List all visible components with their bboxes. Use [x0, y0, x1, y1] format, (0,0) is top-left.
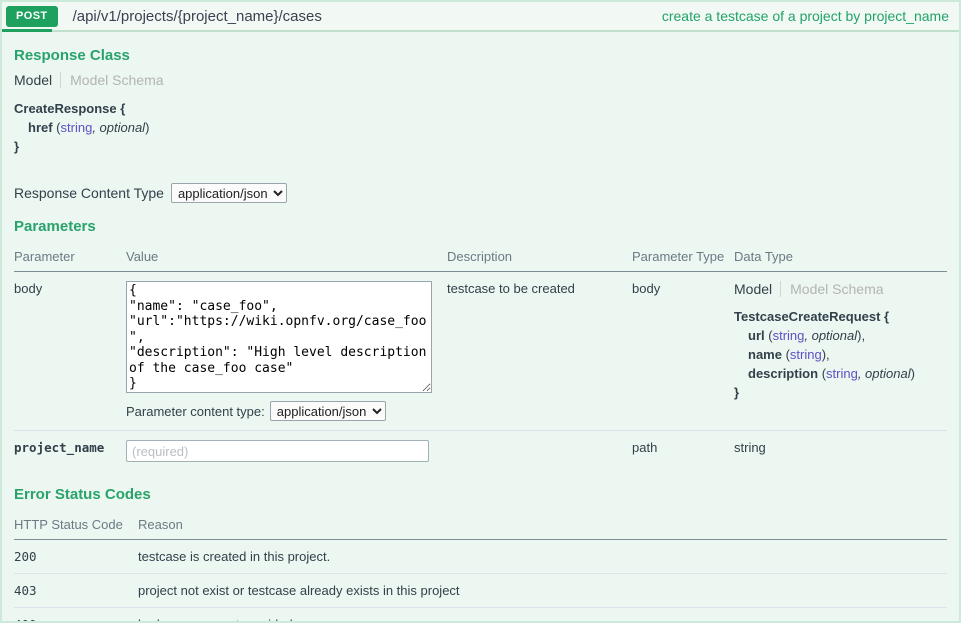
http-method-badge: POST [6, 6, 58, 27]
status-reason: project not exist or testcase already ex… [138, 574, 947, 608]
project-name-input[interactable] [126, 440, 429, 462]
request-model-open-brace: TestcaseCreateRequest { [734, 307, 941, 326]
tab-model[interactable]: Model [14, 72, 60, 88]
model-property-href: href (string, optional) [14, 118, 947, 137]
status-code: 403 [14, 574, 138, 608]
response-model-signature: CreateResponse { href (string, optional)… [14, 99, 947, 156]
body-parameter-textarea[interactable]: { "name": "case_foo", "url":"https://wik… [126, 281, 432, 393]
project-name-data-type: string [734, 431, 947, 472]
operation-header[interactable]: POST /api/v1/projects/{project_name}/cas… [2, 2, 959, 32]
swagger-post-operation-panel: POST /api/v1/projects/{project_name}/cas… [0, 0, 961, 623]
response-class-title: Response Class [14, 47, 947, 64]
parameter-row-body: body { "name": "case_foo", "url":"https:… [14, 272, 947, 431]
status-reason: body or name not provided [138, 608, 947, 623]
request-model-close-brace: } [734, 383, 941, 402]
body-param-description: testcase to be created [447, 272, 632, 431]
body-param-type: body [632, 272, 734, 431]
model-property-url: url (string, optional), [734, 326, 941, 345]
parameter-row-project-name: project_name path string [14, 431, 947, 472]
parameter-content-type-label: Parameter content type: [126, 404, 265, 419]
model-open-brace: CreateResponse { [14, 99, 947, 118]
error-codes-table: HTTP Status Code Reason 200 testcase is … [14, 511, 947, 623]
body-param-name: body [14, 272, 126, 431]
operation-summary: create a testcase of a project by projec… [662, 8, 949, 24]
col-reason: Reason [138, 511, 947, 540]
error-row-403: 403 project not exist or testcase alread… [14, 574, 947, 608]
status-code: 200 [14, 540, 138, 574]
response-signature-tabs: ModelModel Schema [14, 72, 947, 88]
parameters-header-row: Parameter Value Description Parameter Ty… [14, 243, 947, 272]
parameter-content-type-row: Parameter content type: application/json [126, 401, 441, 421]
status-code: 400 [14, 608, 138, 623]
error-status-codes-title: Error Status Codes [14, 486, 947, 503]
operation-content: Response Class ModelModel Schema CreateR… [2, 32, 959, 623]
tab-request-model-schema[interactable]: Model Schema [780, 281, 883, 297]
request-model-signature: TestcaseCreateRequest { url (string, opt… [734, 307, 941, 402]
parameter-content-type-select[interactable]: application/json [270, 401, 386, 421]
parameters-title: Parameters [14, 218, 947, 235]
col-data-type: Data Type [734, 243, 947, 272]
response-content-type-label: Response Content Type [14, 185, 164, 201]
error-codes-header-row: HTTP Status Code Reason [14, 511, 947, 540]
body-param-value-cell: { "name": "case_foo", "url":"https://wik… [126, 272, 447, 431]
project-name-param-name: project_name [14, 431, 126, 472]
parameters-table: Parameter Value Description Parameter Ty… [14, 243, 947, 471]
project-name-param-type: path [632, 431, 734, 472]
method-accent-underline [2, 29, 52, 32]
body-param-data-type-cell: ModelModel Schema TestcaseCreateRequest … [734, 272, 947, 431]
request-signature-tabs: ModelModel Schema [734, 281, 941, 297]
response-content-type-select[interactable]: application/json [171, 183, 287, 203]
model-property-description: description (string, optional) [734, 364, 941, 383]
col-parameter: Parameter [14, 243, 126, 272]
col-http-status-code: HTTP Status Code [14, 511, 138, 540]
response-content-type-row: Response Content Type application/json [14, 183, 947, 203]
col-description: Description [447, 243, 632, 272]
col-parameter-type: Parameter Type [632, 243, 734, 272]
tab-model-schema[interactable]: Model Schema [60, 72, 163, 88]
project-name-description [447, 431, 632, 472]
tab-request-model[interactable]: Model [734, 281, 780, 297]
operation-path-link[interactable]: /api/v1/projects/{project_name}/cases [73, 8, 322, 25]
col-value: Value [126, 243, 447, 272]
project-name-value-cell [126, 431, 447, 472]
error-row-200: 200 testcase is created in this project. [14, 540, 947, 574]
status-reason: testcase is created in this project. [138, 540, 947, 574]
model-close-brace: } [14, 137, 947, 156]
error-row-400: 400 body or name not provided [14, 608, 947, 623]
model-property-name: name (string), [734, 345, 941, 364]
